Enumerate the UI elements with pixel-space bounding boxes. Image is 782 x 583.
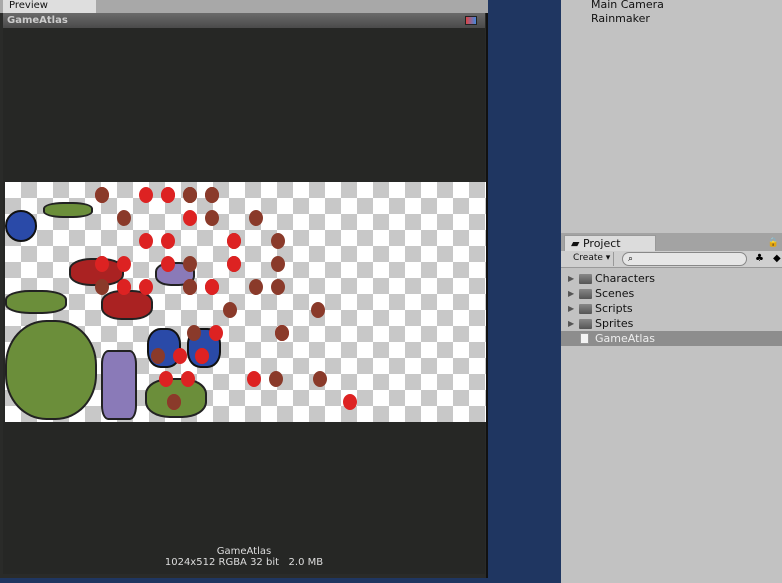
list-item[interactable]: ▶ Sprites bbox=[561, 316, 782, 331]
sprite bbox=[117, 279, 131, 295]
list-item-selected[interactable]: GameAtlas bbox=[561, 331, 782, 346]
sprite bbox=[269, 371, 283, 387]
sprite bbox=[5, 210, 37, 242]
lock-icon[interactable]: 🔒 bbox=[768, 238, 779, 248]
sprite bbox=[183, 210, 197, 226]
tab-bar: Preview bbox=[0, 0, 488, 13]
right-panel: Main Camera Rainmaker ▰ Project 🔒 Create… bbox=[561, 0, 782, 583]
sprite bbox=[205, 210, 219, 226]
folder-icon bbox=[579, 304, 592, 314]
preview-panel: Preview GameAtlas GameAtlas 1024x512 RGB… bbox=[0, 0, 488, 578]
sprite bbox=[223, 302, 237, 318]
sprite bbox=[275, 325, 289, 341]
sprite bbox=[139, 187, 153, 203]
texture-info: GameAtlas 1024x512 RGBA 32 bit 2.0 MB bbox=[3, 546, 485, 568]
folder-icon bbox=[579, 289, 592, 299]
tab-project-label: Project bbox=[582, 237, 621, 250]
sprite bbox=[139, 279, 153, 295]
sprite bbox=[43, 202, 93, 218]
list-item[interactable]: ▶ Scripts bbox=[561, 301, 782, 316]
sprite bbox=[271, 279, 285, 295]
sprite bbox=[343, 394, 357, 410]
sprite bbox=[227, 233, 241, 249]
list-item[interactable]: ▶ Scenes bbox=[561, 286, 782, 301]
filter-type-icon[interactable]: ♣ bbox=[755, 253, 764, 264]
sprite bbox=[311, 302, 325, 318]
sprite bbox=[195, 348, 209, 364]
hierarchy-item[interactable]: Main Camera bbox=[591, 0, 664, 11]
sprite bbox=[117, 256, 131, 272]
expand-arrow-icon[interactable]: ▶ bbox=[568, 286, 574, 301]
sprite bbox=[5, 320, 97, 420]
sprite bbox=[183, 279, 197, 295]
sprite bbox=[271, 256, 285, 272]
project-tab-bar: ▰ Project 🔒 bbox=[561, 233, 782, 251]
sprite bbox=[173, 348, 187, 364]
sprite bbox=[249, 279, 263, 295]
sprite bbox=[249, 210, 263, 226]
sprite bbox=[139, 233, 153, 249]
sprite bbox=[271, 233, 285, 249]
expand-arrow-icon[interactable]: ▶ bbox=[568, 301, 574, 316]
project-toolbar: Create ▾ ⌕ ♣ ◆ bbox=[561, 251, 782, 268]
sprite bbox=[101, 350, 137, 420]
sprite bbox=[205, 187, 219, 203]
sprite bbox=[117, 210, 131, 226]
texture-details: 1024x512 RGBA 32 bit 2.0 MB bbox=[164, 557, 324, 568]
create-button[interactable]: Create ▾ bbox=[567, 252, 614, 266]
texture-name: GameAtlas bbox=[216, 546, 272, 557]
sprite bbox=[95, 256, 109, 272]
search-icon: ⌕ bbox=[628, 254, 634, 264]
sprite bbox=[95, 279, 109, 295]
sprite bbox=[247, 371, 261, 387]
sprite bbox=[167, 394, 181, 410]
sprite bbox=[205, 279, 219, 295]
sprite bbox=[161, 187, 175, 203]
hierarchy-item[interactable]: Rainmaker bbox=[591, 12, 650, 25]
sprite bbox=[183, 187, 197, 203]
list-item[interactable]: ▶ Characters bbox=[561, 271, 782, 286]
folder-icon bbox=[579, 319, 592, 329]
sprite bbox=[5, 290, 67, 314]
sprite bbox=[161, 256, 175, 272]
preview-title: GameAtlas bbox=[7, 15, 68, 26]
folder-icon bbox=[579, 274, 592, 284]
tab-project[interactable]: ▰ Project bbox=[564, 235, 656, 251]
sprite bbox=[227, 256, 241, 272]
search-input[interactable]: ⌕ bbox=[622, 252, 747, 266]
sprite bbox=[181, 371, 195, 387]
sprite bbox=[183, 256, 197, 272]
filter-label-icon[interactable]: ◆ bbox=[773, 253, 781, 264]
atlas-texture bbox=[5, 182, 486, 422]
expand-arrow-icon[interactable]: ▶ bbox=[568, 271, 574, 286]
sprite bbox=[161, 233, 175, 249]
sprite bbox=[313, 371, 327, 387]
sprite bbox=[151, 348, 165, 364]
preview-content: GameAtlas 1024x512 RGBA 32 bit 2.0 MB bbox=[3, 28, 486, 574]
expand-arrow-icon[interactable]: ▶ bbox=[568, 316, 574, 331]
sprite bbox=[159, 371, 173, 387]
sprite bbox=[95, 187, 109, 203]
sprite bbox=[209, 325, 223, 341]
preview-title-bar: GameAtlas bbox=[3, 13, 485, 28]
sprite bbox=[187, 325, 201, 341]
file-icon bbox=[580, 333, 589, 344]
color-channel-icon[interactable] bbox=[465, 16, 477, 25]
tab-preview[interactable]: Preview bbox=[3, 0, 96, 13]
